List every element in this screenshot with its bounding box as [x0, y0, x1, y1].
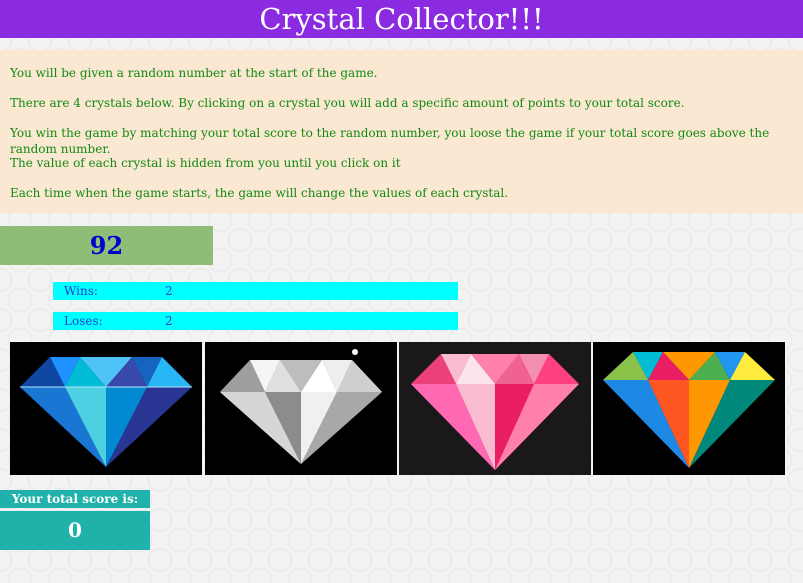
blue-crystal-icon [20, 357, 192, 467]
total-score-label: Your total score is: [0, 490, 150, 508]
wins-label: Wins: [64, 284, 98, 298]
loses-counter: Loses: 2 [53, 312, 458, 330]
wins-value: 2 [165, 284, 173, 298]
loses-value: 2 [165, 314, 173, 328]
wins-counter: Wins: 2 [53, 282, 458, 300]
instructions-panel: You will be given a random number at the… [0, 50, 803, 213]
crystal-row [10, 342, 785, 475]
crystal-blue-button[interactable] [10, 342, 202, 475]
multicolor-crystal-icon [603, 352, 775, 468]
instruction-line: The value of each crystal is hidden from… [10, 156, 401, 170]
pink-crystal-icon [411, 354, 579, 470]
page-title: Crystal Collector!!! [0, 0, 803, 38]
instruction-line: You win the game by matching your total … [10, 126, 770, 156]
total-score-value: 0 [0, 511, 150, 550]
instruction-line: You will be given a random number at the… [10, 66, 378, 80]
crystal-multicolor-button[interactable] [593, 342, 785, 475]
clear-crystal-icon [220, 349, 382, 464]
instruction-line: There are 4 crystals below. By clicking … [10, 96, 685, 110]
instruction-line: Each time when the game starts, the game… [10, 186, 509, 200]
crystal-clear-button[interactable] [205, 342, 397, 475]
crystal-pink-button[interactable] [399, 342, 591, 475]
loses-label: Loses: [64, 314, 103, 328]
random-target-number: 92 [0, 226, 213, 265]
